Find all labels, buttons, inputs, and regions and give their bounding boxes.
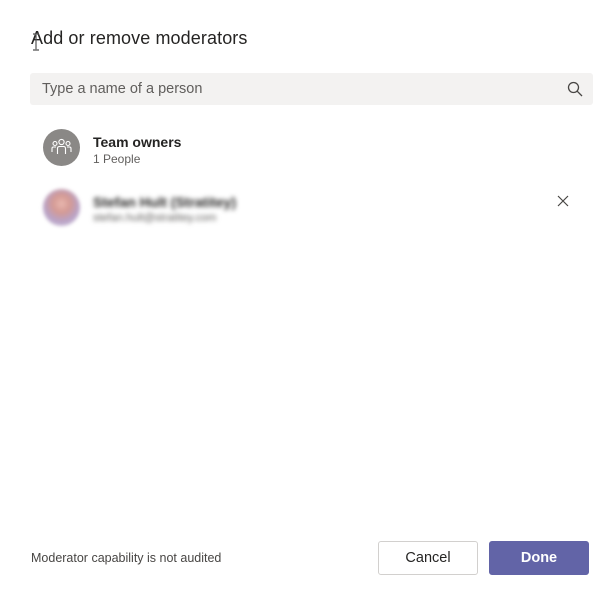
audit-note: Moderator capability is not audited	[31, 551, 222, 565]
moderator-email: stefan.hult@stratitey.com	[93, 212, 217, 224]
search-box[interactable]	[30, 73, 593, 105]
moderator-name: Team owners	[93, 134, 182, 150]
moderator-name: Stefan Hult (Stratitey)	[93, 194, 237, 210]
done-button[interactable]: Done	[489, 541, 589, 575]
search-input[interactable]	[30, 73, 550, 105]
team-owners-avatar	[43, 129, 80, 166]
moderator-subtitle: 1 People	[93, 152, 141, 166]
moderator-row-team-owners: Team owners 1 People	[43, 129, 593, 169]
text-cursor-icon	[33, 33, 39, 51]
search-icon[interactable]	[567, 81, 583, 97]
dialog-title: Add or remove moderators	[31, 28, 248, 48]
avatar	[43, 189, 80, 226]
close-icon[interactable]	[555, 193, 571, 209]
cancel-button[interactable]: Cancel	[378, 541, 478, 575]
team-icon	[51, 138, 72, 154]
moderator-row-person: Stefan Hult (Stratitey) stefan.hult@stra…	[43, 189, 593, 229]
